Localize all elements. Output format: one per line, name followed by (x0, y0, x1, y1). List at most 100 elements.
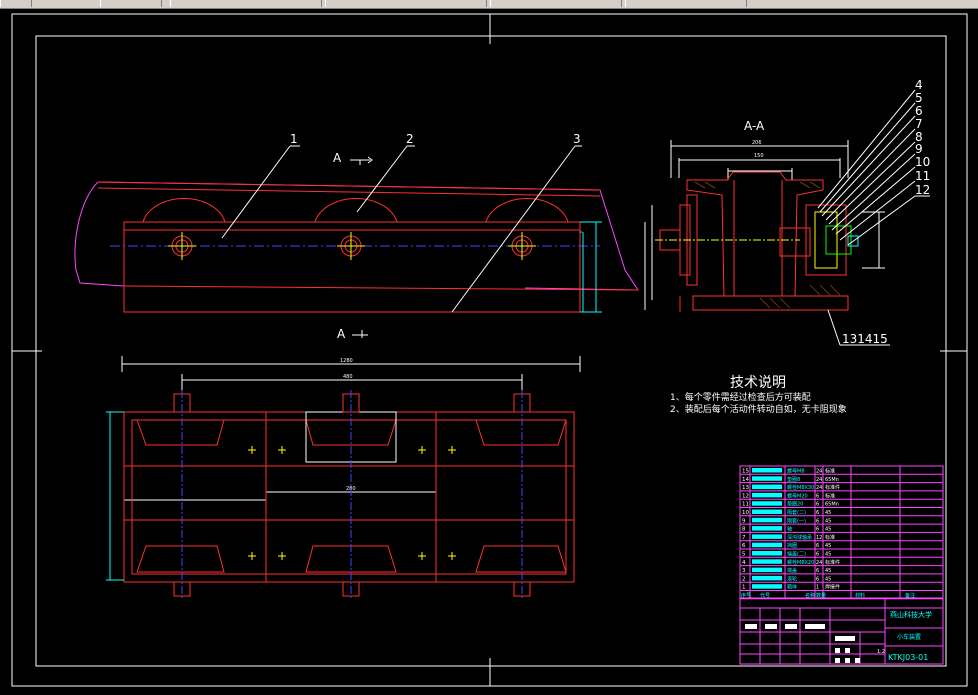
bom-row-name: 螺母M8 (787, 468, 805, 475)
bom-row-qty: 6 (816, 543, 819, 549)
section-label: A-A (744, 119, 765, 133)
bom-row-no: 7 (742, 535, 746, 541)
bom-row-material: 焊接件 (825, 584, 840, 591)
bom-row-code-bar (752, 534, 782, 539)
bom-row-no: 12 (742, 493, 749, 499)
bom-row-no: 15 (742, 469, 749, 475)
bom-row-qty: 6 (816, 518, 819, 524)
bom-row-name: 垫圈20 (787, 501, 803, 508)
bom-row-no: 9 (742, 518, 746, 524)
balloon-10: 10 (915, 155, 930, 169)
bom-row-qty: 1 (816, 585, 819, 591)
bom-row-name: 深沟球轴承 (787, 534, 812, 541)
bom-row-material: 45 (825, 552, 831, 558)
bom-row-material: 45 (825, 543, 831, 549)
balloon-12: 12 (915, 183, 930, 197)
drawing-name: 小车装置 (897, 633, 921, 641)
bom-row-code-bar (752, 501, 782, 506)
bom-row-no: 2 (742, 576, 746, 582)
tech-note-1: 1、每个零件需经过检查后方可装配 (670, 391, 811, 403)
bom-row-qty: 24 (816, 469, 822, 475)
section-mark-top: A (333, 151, 342, 165)
toolbar-cell[interactable] (0, 0, 32, 7)
bom-row-material: 65Mn (825, 502, 839, 508)
toolbar-cell[interactable] (325, 0, 487, 7)
bom-row-material: 45 (825, 568, 831, 574)
balloon-6: 6 (915, 104, 923, 118)
bom-row-material: 45 (825, 576, 831, 582)
bom-row-material: 标准件 (825, 559, 840, 566)
bom-row-code-bar (752, 526, 782, 531)
bom-row-code-bar (752, 584, 782, 589)
bom-row-no: 11 (742, 502, 749, 508)
bom-row-name: 螺栓M8X30 (787, 484, 814, 491)
cad-drawing-canvas[interactable]: 1 2 3 A A A-A 206 150 4 5 6 7 8 9 10 11 … (0, 8, 978, 695)
dim-section-inner: 150 (754, 153, 764, 159)
bom-row-qty: 6 (816, 576, 819, 582)
bill-of-materials: 15 螺母M8 24 标准14 垫圈8 24 65Mn13 螺栓M8X30 24 标准件12 螺母M… (739, 465, 944, 600)
toolbar-cell[interactable] (100, 0, 162, 7)
bom-row-code-bar (752, 476, 782, 481)
bom-row-material: 65Mn (825, 477, 839, 483)
toolbar-cell[interactable] (625, 0, 747, 7)
bom-row-name: 隔套(二) (787, 509, 806, 516)
bom-row-material: 45 (825, 527, 831, 533)
toolbar-cell[interactable] (170, 0, 322, 7)
bom-row-material: 标准 (825, 534, 835, 541)
bom-row-qty: 6 (816, 502, 819, 508)
bom-row-qty: 12 (816, 535, 822, 541)
balloon-4: 4 (915, 78, 923, 92)
balloon-5: 5 (915, 91, 923, 105)
scale: 1:2 (877, 649, 885, 655)
dim-section-width: 206 (752, 140, 762, 146)
balloon-1: 1 (290, 132, 298, 146)
bom-row-name: 螺栓M8X20 (787, 559, 814, 566)
bom-row-name: 隔套(一) (787, 517, 806, 524)
plan-view: 1280 480 280 (106, 356, 581, 600)
bom-row-no: 13 (742, 485, 749, 491)
dim-inner: 480 (343, 374, 353, 380)
bom-row-no: 3 (742, 568, 746, 574)
bom-row-no: 1 (742, 585, 746, 591)
balloon-131415: 131415 (842, 332, 888, 346)
bom-row-name: 轴 (787, 526, 792, 533)
bom-row-name: 滚轮 (787, 575, 797, 582)
bom-row-code-bar (752, 567, 782, 573)
bom-row-material: 标准 (825, 468, 835, 475)
bom-row-name: 端盖(二) (787, 551, 806, 558)
bom-row-no: 14 (742, 477, 749, 483)
bom-row-qty: 24 (816, 560, 822, 566)
balloon-3: 3 (573, 132, 581, 146)
title-block: 燕山科技大学 小车装置 1:2 KTKJ03-01 (739, 597, 944, 665)
bom-row-code-bar (752, 509, 782, 514)
bom-row-name: 挡圈 (787, 542, 797, 549)
bom-row-qty: 6 (816, 527, 819, 533)
bom-row-code-bar (752, 484, 782, 490)
bom-row-code-bar (752, 551, 782, 556)
balloon-9: 9 (915, 142, 923, 156)
bom-row-name: 端盖 (787, 567, 797, 574)
bom-row-code-bar (752, 559, 782, 564)
frame-borders (11, 13, 968, 687)
tech-note-2: 2、装配后每个活动件转动自如，无卡阻现象 (670, 403, 847, 415)
bom-row-code-bar (752, 542, 782, 548)
bom-row-no: 4 (742, 560, 746, 566)
bom-row-qty: 24 (816, 485, 822, 491)
bom-row-material: 45 (825, 510, 831, 516)
section-mark-bottom: A (337, 327, 346, 341)
balloon-7: 7 (915, 117, 923, 131)
drawing-number: KTKJ03-01 (888, 653, 928, 662)
tech-notes-title: 技术说明 (730, 375, 786, 391)
toolbar-cell[interactable] (490, 0, 622, 7)
dim-overall: 1280 (340, 358, 353, 364)
technical-notes: 技术说明 1、每个零件需经过检查后方可装配 2、装配后每个活动件转动自如，无卡阻… (670, 375, 847, 415)
bom-row-no: 6 (742, 543, 746, 549)
section-aa-view: A-A 206 150 4 5 6 7 8 9 10 11 12 131415 (644, 78, 930, 346)
bom-row-code-bar (752, 517, 782, 523)
bom-row-qty: 6 (816, 510, 819, 516)
bom-row-material: 标准件 (825, 484, 840, 491)
bom-row-material: 标准 (825, 492, 835, 499)
main-elevation-view: 1 2 3 A A (74, 132, 639, 341)
bom-row-no: 5 (742, 552, 746, 558)
bom-row-code-bar (752, 468, 782, 473)
